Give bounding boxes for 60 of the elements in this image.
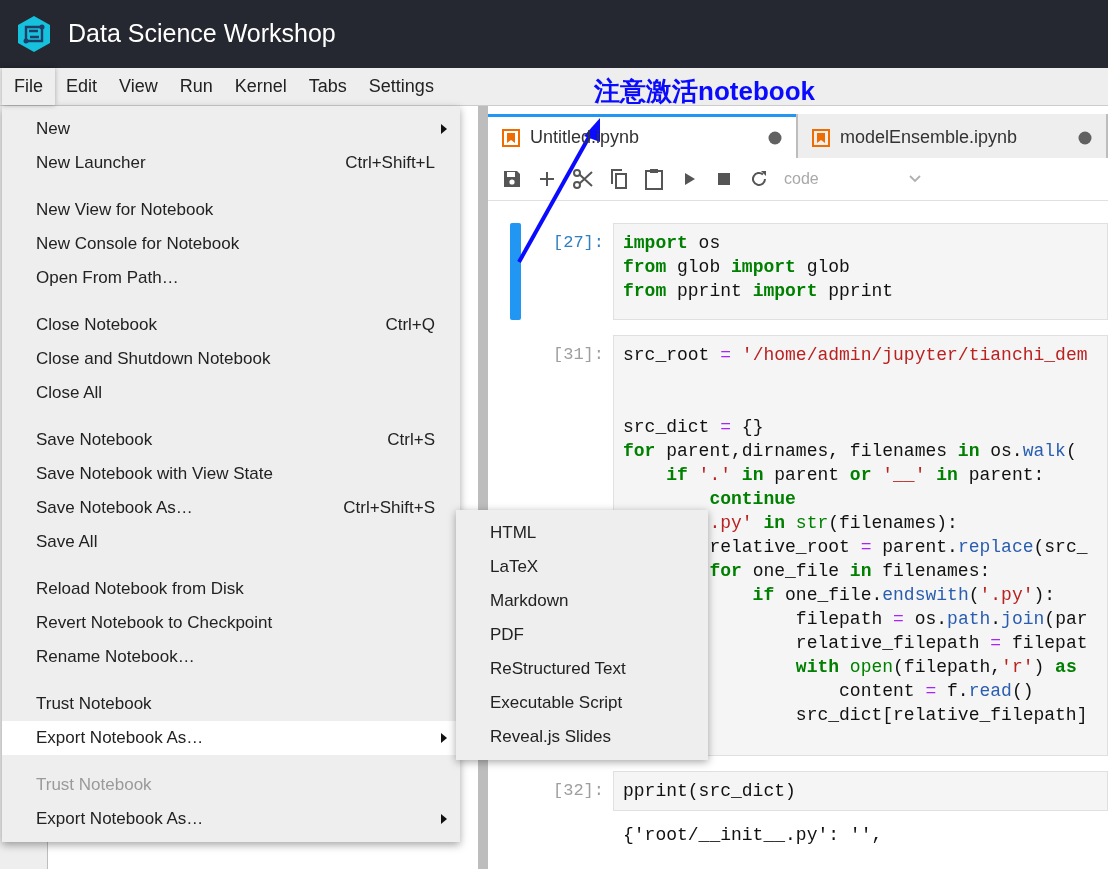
menu-item[interactable]: View [108,68,169,105]
menu-item[interactable]: Tabs [297,68,358,105]
add-icon[interactable] [537,169,557,189]
menu-entry[interactable]: Close and Shutdown Notebook [2,342,460,376]
submenu-arrow-icon [440,732,448,744]
app-title: Data Science Workshop [68,18,336,50]
menu-entry[interactable]: Close All [2,376,460,410]
unsaved-dot-icon[interactable] [768,130,782,145]
code-line: relative_root = parent.replace(src_ [708,536,1088,559]
notebook-icon [502,128,520,147]
menu-entry[interactable]: New Launcher Ctrl+Shift+L [2,146,460,180]
cell-prompt: [27]: [553,232,604,254]
code-line: continue [708,488,796,511]
menu-item[interactable]: File [2,68,55,105]
menu-entry[interactable]: Save Notebook with View State [2,457,460,491]
cell-prompt: [32]: [553,780,604,802]
chevron-icon [908,174,922,184]
code-line: src_dict[relative_filepath] [794,704,1088,727]
menu-item[interactable]: Run [168,68,224,105]
code-line: .py' in str(filenames): [708,512,958,535]
copy-icon[interactable] [609,168,629,190]
code-line: src_dict = {} [623,416,764,439]
code-line: from glob import glob [623,256,850,279]
code-line: with open(filepath,'r') as [794,656,1077,679]
code-line: content = f.read() [838,680,1034,703]
code-cell[interactable]: import os from glob import glob from pprint import pprint [613,223,1108,320]
code-line: for one_file in filenames: [708,560,991,583]
code-line: import os [623,232,721,255]
restart-icon[interactable] [749,169,769,189]
code-line: relative_filepath = filepat [794,632,1088,655]
annotation-label: 注意激活notebook [594,75,815,108]
menu-entry[interactable]: New [2,112,460,146]
submenu-arrow-icon [440,813,448,825]
code-line: from pprint import pprint [623,280,894,303]
menu-item[interactable]: Kernel [223,68,298,105]
code-line: filepath = os.path.join(par [794,608,1088,631]
clipboard-icon[interactable] [644,168,664,190]
code-line: for parent,dirnames, filenames in os.walk( [623,440,1077,463]
menu-item[interactable]: Settings [357,68,445,105]
code-line: if one_file.endswith('.py'): [751,584,1056,607]
menu-entry[interactable]: Save Notebook Ctrl+S [2,423,460,457]
hexagon-logo-icon [16,15,52,53]
code-cell[interactable]: pprint(src_dict) [613,771,1108,811]
menu-item[interactable]: Edit [55,68,109,105]
save-icon[interactable] [502,169,522,189]
menu-entry[interactable]: Open From Path… [2,261,460,295]
scissors-icon[interactable] [572,168,594,190]
menu-entry[interactable]: Close Notebook Ctrl+Q [2,308,460,342]
code-line: if '.' in parent or '__' in parent: [665,464,1045,487]
unsaved-dot-icon[interactable] [1078,130,1092,145]
cell-prompt: [31]: [553,344,604,366]
notebook-tab[interactable]: modelEnsemble.ipynb [798,114,1106,158]
code-line: src_root = '/home/admin/jupyter/tianchi_dem [623,344,1088,367]
menu-entry[interactable]: New View for Notebook [2,193,460,227]
notebook-icon [812,128,830,147]
menu-entry[interactable]: Export Notebook As… [2,802,460,836]
output-line: {'root/__init__.py': '', [623,824,884,847]
menu-entry[interactable]: New Console for Notebook [2,227,460,261]
submenu-arrow-icon [440,123,448,135]
code-line: pprint(src_dict) [623,780,796,803]
